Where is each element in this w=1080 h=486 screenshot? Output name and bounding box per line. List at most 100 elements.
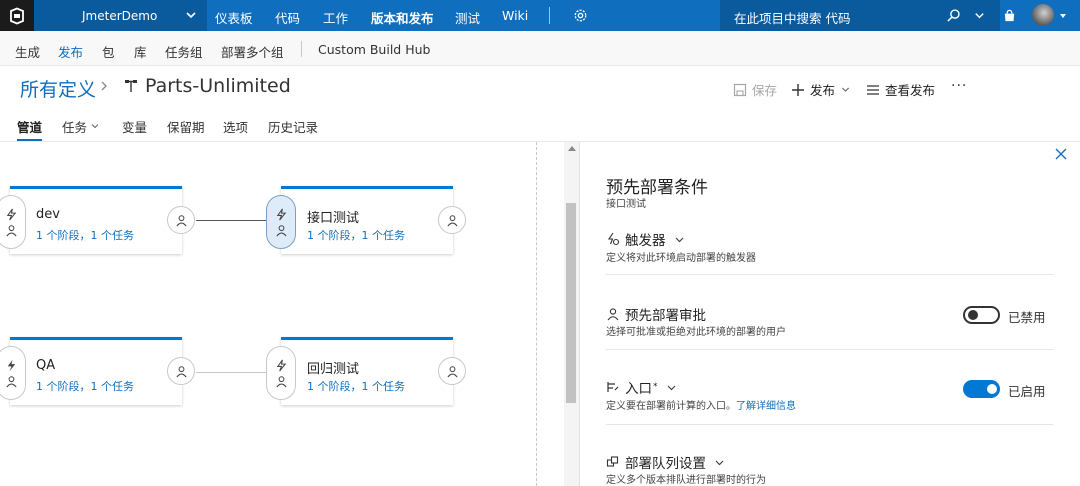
gates-toggle[interactable] bbox=[963, 380, 1000, 398]
post-deployment-conditions-badge[interactable] bbox=[167, 357, 195, 385]
subnav-custom-build-hub[interactable]: Custom Build Hub bbox=[318, 42, 430, 57]
queue-icon bbox=[606, 456, 619, 467]
chevron-right-icon bbox=[101, 81, 107, 91]
stage-card-regression-test[interactable]: 回归测试 1 个阶段，1 个任务 bbox=[281, 337, 453, 405]
scrollbar-thumb[interactable] bbox=[566, 203, 576, 403]
chevron-down-icon[interactable] bbox=[973, 9, 986, 22]
trigger-icon bbox=[607, 232, 620, 246]
stage-summary-link[interactable]: 1 个阶段，1 个任务 bbox=[307, 227, 405, 243]
stage-summary-link[interactable]: 1 个阶段，1 个任务 bbox=[307, 378, 405, 394]
chevron-down-icon bbox=[675, 237, 683, 242]
gates-section-title: 入口 bbox=[625, 381, 652, 397]
stage-name: QA bbox=[36, 358, 56, 373]
pre-deployment-conditions-badge[interactable] bbox=[266, 195, 296, 249]
subnav-deployment-groups[interactable]: 部署多个组 bbox=[221, 42, 284, 61]
page-title: Parts-Unlimited bbox=[145, 75, 291, 97]
search-box[interactable]: 在此项目中搜索 代码 bbox=[720, 0, 1000, 31]
breadcrumb-all-definitions[interactable]: 所有定义 bbox=[20, 75, 96, 102]
chevron-down-icon[interactable] bbox=[90, 121, 100, 131]
project-name: JmeterDemo bbox=[82, 9, 158, 23]
search-input[interactable]: 在此项目中搜索 代码 bbox=[734, 8, 850, 27]
panel-subtitle: 接口测试 bbox=[606, 199, 646, 210]
view-releases-button[interactable]: 查看发布 bbox=[866, 80, 935, 99]
stage-summary-link[interactable]: 1 个阶段，1 个任务 bbox=[36, 378, 134, 394]
view-releases-label: 查看发布 bbox=[885, 83, 936, 98]
search-icon[interactable] bbox=[946, 8, 961, 23]
subnav-divider bbox=[301, 41, 302, 57]
stage-card-dev[interactable]: dev 1 个阶段，1 个任务 bbox=[10, 186, 182, 254]
avatar[interactable] bbox=[1032, 4, 1054, 26]
post-deployment-conditions-badge[interactable] bbox=[438, 206, 466, 234]
queue-settings-section-desc: 定义多个版本排队进行部署时的行为 bbox=[606, 475, 766, 486]
nav-test[interactable]: 测试 bbox=[455, 8, 480, 27]
queue-settings-section-header[interactable]: 部署队列设置 bbox=[606, 452, 725, 472]
gates-section-header[interactable]: 入口 * bbox=[606, 377, 677, 397]
stage-name: 接口测试 bbox=[307, 211, 360, 226]
caret-down-icon[interactable] bbox=[1060, 13, 1066, 19]
shopping-bag-icon[interactable] bbox=[1002, 8, 1017, 23]
scroll-up-arrow-icon[interactable] bbox=[568, 146, 576, 151]
pre-deployment-conditions-badge[interactable] bbox=[0, 346, 26, 400]
user-icon bbox=[175, 214, 187, 226]
save-icon bbox=[733, 83, 747, 96]
subnav-task-groups[interactable]: 任务组 bbox=[165, 42, 203, 61]
post-deployment-conditions-badge[interactable] bbox=[167, 206, 195, 234]
subnav-packages[interactable]: 包 bbox=[102, 42, 115, 61]
tab-history[interactable]: 历史记录 bbox=[268, 117, 318, 136]
subnav-build[interactable]: 生成 bbox=[15, 42, 40, 61]
approvals-toggle-label: 已禁用 bbox=[1008, 310, 1046, 325]
save-label: 保存 bbox=[752, 83, 778, 98]
post-deployment-conditions-badge[interactable] bbox=[438, 357, 466, 385]
section-divider bbox=[606, 424, 1053, 425]
chevron-down-icon bbox=[715, 460, 724, 465]
tab-variables[interactable]: 变量 bbox=[122, 117, 147, 136]
project-selector[interactable]: JmeterDemo bbox=[34, 0, 207, 31]
subnav-release[interactable]: 发布 bbox=[58, 42, 83, 61]
chevron-down-icon bbox=[186, 12, 196, 19]
chevron-down-icon bbox=[842, 87, 850, 92]
close-icon[interactable] bbox=[1055, 148, 1067, 160]
stage-name: 回归测试 bbox=[307, 362, 360, 377]
tab-options[interactable]: 选项 bbox=[223, 117, 248, 136]
chevron-down-icon bbox=[667, 385, 675, 390]
gates-section-desc: 定义要在部署前计算的入口。了解详细信息 bbox=[606, 397, 796, 412]
nav-build-release[interactable]: 版本和发布 bbox=[371, 8, 434, 27]
user-icon bbox=[607, 308, 619, 321]
lightning-icon bbox=[276, 359, 286, 371]
user-icon bbox=[275, 224, 287, 236]
lightning-icon bbox=[276, 208, 286, 220]
nav-code[interactable]: 代码 bbox=[275, 8, 300, 27]
user-icon bbox=[275, 375, 287, 387]
pre-deployment-conditions-badge[interactable] bbox=[0, 195, 26, 249]
more-actions-button[interactable]: ··· bbox=[951, 78, 967, 94]
nav-work[interactable]: 工作 bbox=[323, 8, 348, 27]
tab-retention[interactable]: 保留期 bbox=[167, 117, 205, 136]
nav-dashboard[interactable]: 仪表板 bbox=[215, 8, 253, 27]
user-icon bbox=[5, 375, 17, 387]
tab-pipeline[interactable]: 管道 bbox=[17, 117, 42, 136]
gear-icon[interactable] bbox=[573, 8, 588, 23]
tab-tasks[interactable]: 任务 bbox=[62, 117, 87, 136]
nav-wiki[interactable]: Wiki bbox=[502, 8, 528, 23]
nav-divider bbox=[549, 7, 550, 24]
azure-devops-logo-icon[interactable] bbox=[0, 0, 34, 31]
save-button[interactable]: 保存 bbox=[733, 80, 777, 99]
stage-summary-link[interactable]: 1 个阶段，1 个任务 bbox=[36, 227, 134, 243]
learn-more-link[interactable]: 了解详细信息 bbox=[736, 401, 796, 412]
stage-connector bbox=[196, 220, 266, 221]
plus-icon bbox=[792, 83, 804, 96]
release-button[interactable]: 发布 bbox=[791, 80, 851, 99]
approvals-section-header[interactable]: 预先部署审批 bbox=[606, 304, 706, 324]
subnav-library[interactable]: 库 bbox=[134, 42, 147, 61]
approvals-section-title: 预先部署审批 bbox=[625, 308, 706, 324]
canvas-divider bbox=[536, 142, 537, 486]
approvals-toggle[interactable] bbox=[963, 306, 1000, 324]
stage-card-qa[interactable]: QA 1 个阶段，1 个任务 bbox=[10, 337, 182, 405]
sub-nav-bar bbox=[0, 31, 1080, 66]
stage-card-api-test[interactable]: 接口测试 1 个阶段，1 个任务 bbox=[281, 186, 453, 254]
approvals-section-desc: 选择可批准或拒绝对此环境的部署的用户 bbox=[606, 327, 786, 338]
top-nav-bar: JmeterDemo 仪表板 代码 工作 版本和发布 测试 Wiki 在此项目中… bbox=[0, 0, 1080, 31]
pre-deployment-conditions-badge[interactable] bbox=[266, 346, 296, 400]
triggers-section-header[interactable]: 触发器 bbox=[606, 229, 685, 249]
stage-connector bbox=[196, 372, 266, 373]
